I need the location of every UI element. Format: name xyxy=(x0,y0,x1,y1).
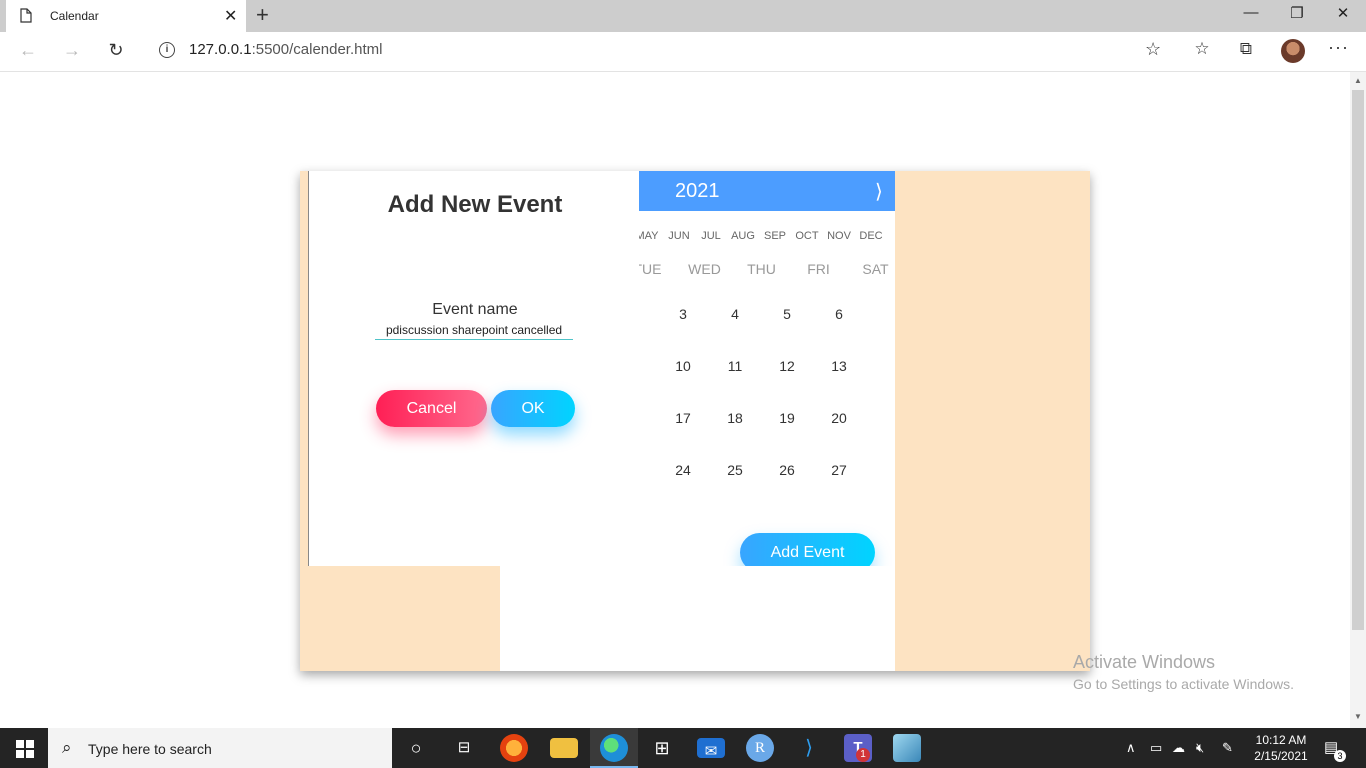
url-text[interactable]: 127.0.0.1:5500/calender.html xyxy=(189,41,382,58)
page-icon xyxy=(20,8,32,23)
weekday-wed: WED xyxy=(688,261,721,277)
profile-avatar[interactable] xyxy=(1281,39,1305,63)
more-menu-icon[interactable]: ··· xyxy=(1328,37,1349,58)
forward-arrow-icon[interactable]: → xyxy=(60,40,84,61)
app-icon[interactable] xyxy=(893,734,921,762)
event-name-input[interactable] xyxy=(375,321,573,340)
day-cell[interactable]: 11 xyxy=(720,358,750,374)
tab-strip: Calendar ✕ + — ❐ ✕ xyxy=(0,0,1366,32)
browser-toolbar: ← → ↻ i 127.0.0.1:5500/calender.html ☆ ☆… xyxy=(0,32,1366,72)
scroll-thumb[interactable] xyxy=(1352,90,1364,630)
month-may[interactable]: MAY xyxy=(639,230,663,242)
add-favorite-icon[interactable]: ☆ xyxy=(1145,39,1161,60)
weekday-tue: TUE xyxy=(639,261,662,277)
month-oct[interactable]: OCT xyxy=(791,230,823,242)
new-tab-button[interactable]: + xyxy=(256,2,269,28)
weekday-sat: SAT xyxy=(862,261,889,277)
watermark-subtitle: Go to Settings to activate Windows. xyxy=(1073,676,1294,692)
weekday-fri: FRI xyxy=(807,261,830,277)
close-window-button[interactable]: ✕ xyxy=(1328,4,1358,22)
url-host: 127.0.0.1 xyxy=(189,41,252,58)
day-cell[interactable]: 26 xyxy=(772,462,802,478)
restore-button[interactable]: ❐ xyxy=(1282,4,1312,22)
add-event-title: Add New Event xyxy=(387,191,563,218)
day-cell[interactable]: 19 xyxy=(772,410,802,426)
close-tab-icon[interactable]: ✕ xyxy=(224,6,237,26)
cancel-button[interactable]: Cancel xyxy=(376,390,487,427)
next-year-icon[interactable]: ⟩ xyxy=(875,179,883,204)
search-icon: ⌕ xyxy=(62,738,72,757)
calendar-card: Add New Event Event name Cancel OK 2021 … xyxy=(300,171,1090,671)
day-cell[interactable]: 10 xyxy=(668,358,698,374)
back-arrow-icon[interactable]: ← xyxy=(16,40,40,61)
calendar-background xyxy=(500,566,895,671)
calendar-header: 2021 ⟩ xyxy=(639,171,895,211)
battery-icon[interactable]: ▭ xyxy=(1150,740,1162,756)
month-row: MAY JUN JUL AUG SEP OCT NOV DEC xyxy=(639,230,887,242)
day-cell[interactable]: 18 xyxy=(720,410,750,426)
task-view-icon[interactable]: ⊟ xyxy=(450,734,478,762)
month-jul[interactable]: JUL xyxy=(695,230,727,242)
month-sep[interactable]: SEP xyxy=(759,230,791,242)
calendar-panel: 2021 ⟩ MAYJUNJULAUGSEPOCTNOVDEC TUE WED TH… xyxy=(639,171,895,566)
day-cell[interactable]: 27 xyxy=(824,462,854,478)
collections-icon[interactable]: ⧉ xyxy=(1234,39,1258,59)
favorites-icon[interactable]: ☆ xyxy=(1190,39,1214,59)
day-cell[interactable]: 24 xyxy=(668,462,698,478)
firefox-icon[interactable] xyxy=(500,734,528,762)
taskbar: ⌕ Type here to search ○ ⊟ ⊞ ✉ R ⟩ T 1 ∧ … xyxy=(0,728,1366,768)
day-cell[interactable]: 12 xyxy=(772,358,802,374)
day-cell[interactable]: 20 xyxy=(824,410,854,426)
add-event-panel: Add New Event Event name Cancel OK xyxy=(308,171,639,566)
weekday-row: TUE WED THU FRI SAT xyxy=(639,261,895,277)
volume-mute-icon[interactable]: 🔇︎ xyxy=(1196,740,1204,756)
day-cell[interactable]: 25 xyxy=(720,462,750,478)
chevron-up-icon[interactable]: ∧ xyxy=(1126,740,1136,756)
teams-badge: 1 xyxy=(856,748,870,762)
store-icon[interactable]: ⊞ xyxy=(648,734,676,762)
info-icon[interactable]: i xyxy=(159,42,175,58)
day-cell[interactable]: 17 xyxy=(668,410,698,426)
mail-icon[interactable]: ✉ xyxy=(697,738,725,760)
day-cell[interactable]: 13 xyxy=(824,358,854,374)
taskbar-search[interactable]: ⌕ Type here to search xyxy=(48,728,392,768)
r-app-icon[interactable]: R xyxy=(746,734,774,762)
clock-time: 10:12 AM xyxy=(1255,733,1307,747)
add-event-button[interactable]: Add Event xyxy=(740,533,875,566)
month-aug[interactable]: AUG xyxy=(727,230,759,242)
edge-icon[interactable] xyxy=(600,734,628,762)
cortana-icon[interactable]: ○ xyxy=(402,734,430,762)
browser-tab[interactable]: Calendar ✕ xyxy=(6,0,246,32)
day-cell[interactable]: 3 xyxy=(668,306,698,322)
scroll-up-icon[interactable]: ▲ xyxy=(1354,76,1362,85)
url-path: :5500/calender.html xyxy=(251,41,383,58)
file-explorer-icon[interactable] xyxy=(550,738,578,758)
watermark-title: Activate Windows xyxy=(1073,652,1216,672)
search-placeholder: Type here to search xyxy=(88,741,212,757)
activate-windows-watermark: Activate Windows Go to Settings to activ… xyxy=(1073,652,1294,692)
minimize-button[interactable]: — xyxy=(1236,4,1266,21)
event-name-label: Event name xyxy=(432,301,518,318)
day-cell[interactable]: 4 xyxy=(720,306,750,322)
refresh-icon[interactable]: ↻ xyxy=(104,40,128,61)
pen-icon[interactable]: ✎ xyxy=(1222,740,1233,756)
windows-start-icon[interactable] xyxy=(16,740,34,758)
weekday-thu: THU xyxy=(747,261,776,277)
day-cell[interactable]: 6 xyxy=(824,306,854,322)
onedrive-icon[interactable]: ☁ xyxy=(1172,740,1185,756)
scroll-down-icon[interactable]: ▼ xyxy=(1354,712,1362,721)
clock-date: 2/15/2021 xyxy=(1254,749,1308,763)
system-clock[interactable]: 10:12 AM 2/15/2021 xyxy=(1250,732,1312,764)
day-cell[interactable]: 5 xyxy=(772,306,802,322)
tab-title: Calendar xyxy=(50,9,99,23)
page-scrollbar[interactable]: ▲ ▼ xyxy=(1350,72,1366,728)
address-bar[interactable]: i 127.0.0.1:5500/calender.html ☆ xyxy=(145,35,1175,65)
month-jun[interactable]: JUN xyxy=(663,230,695,242)
notification-count: 3 xyxy=(1334,750,1346,762)
year-label: 2021 xyxy=(675,180,720,202)
month-nov[interactable]: NOV xyxy=(823,230,855,242)
vscode-icon[interactable]: ⟩ xyxy=(795,734,823,762)
ok-button[interactable]: OK xyxy=(491,390,575,427)
month-dec[interactable]: DEC xyxy=(855,230,887,242)
